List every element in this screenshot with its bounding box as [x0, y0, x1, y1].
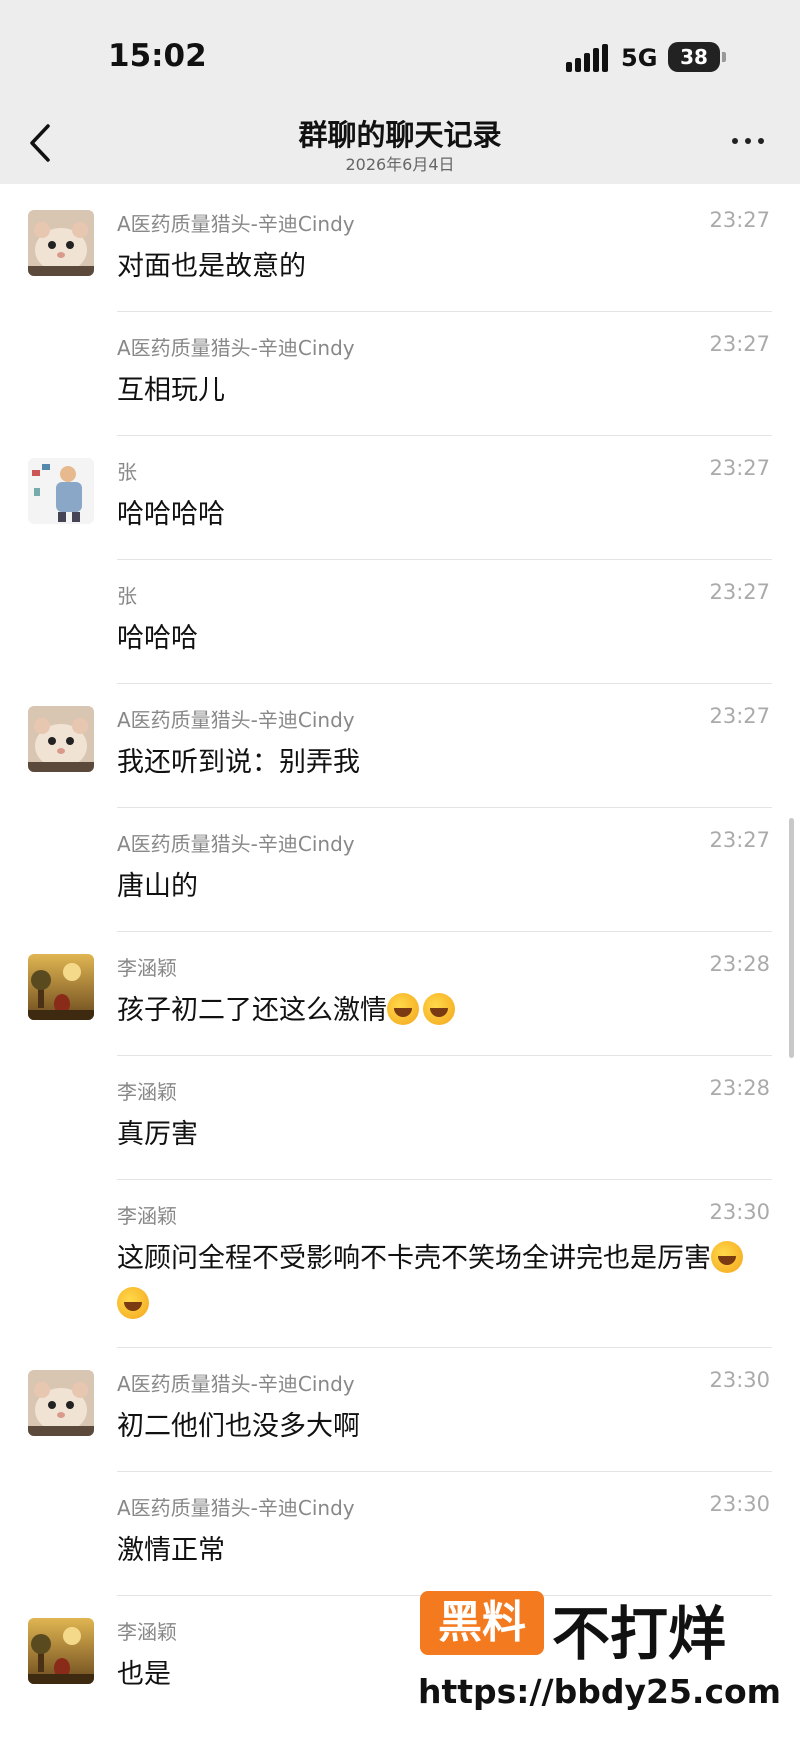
message-time: 23:28: [709, 1076, 770, 1100]
message-item[interactable]: A医药质量猎头-辛迪Cindy 23:27 互相玩儿: [0, 312, 800, 436]
message-time: 23:27: [709, 580, 770, 604]
page-subtitle: 2026年6月4日: [345, 155, 455, 174]
laughing-emoji-icon: [387, 993, 419, 1025]
sender-name: 张: [117, 460, 137, 484]
laughing-emoji-icon: [711, 1241, 743, 1273]
sender-name: A医药质量猎头-辛迪Cindy: [117, 336, 355, 360]
message-text: 对面也是故意的: [117, 244, 757, 290]
message-item[interactable]: A医药质量猎头-辛迪Cindy 23:30 初二他们也没多大啊: [0, 1348, 800, 1472]
message-item[interactable]: 李涵颖 23:28 孩子初二了还这么激情: [0, 932, 800, 1056]
message-text: 这顾问全程不受影响不卡壳不笑场全讲完也是厉害: [117, 1236, 757, 1328]
avatar[interactable]: [28, 1618, 94, 1684]
sender-name: 李涵颖: [117, 1080, 177, 1104]
message-time: 23:27: [709, 456, 770, 480]
message-item[interactable]: A医药质量猎头-辛迪Cindy 23:27 我还听到说：别弄我: [0, 684, 800, 808]
message-time: 23:27: [709, 208, 770, 232]
message-text: 激情正常: [117, 1528, 757, 1574]
message-item[interactable]: 李涵颖 23:30 这顾问全程不受影响不卡壳不笑场全讲完也是厉害: [0, 1180, 800, 1348]
message-item[interactable]: A医药质量猎头-辛迪Cindy 23:27 唐山的: [0, 808, 800, 932]
sender-name: A医药质量猎头-辛迪Cindy: [117, 1496, 355, 1520]
sender-name: 李涵颖: [117, 1204, 177, 1228]
signal-icon: [566, 44, 608, 72]
message-text-content: 激情正常: [117, 1535, 225, 1566]
message-time: 23:27: [709, 828, 770, 852]
laughing-emoji-icon: [117, 1287, 149, 1319]
message-time: 23:30: [709, 1200, 770, 1224]
message-text: 初二他们也没多大啊: [117, 1404, 757, 1450]
sender-name: 李涵颖: [117, 956, 177, 980]
scrollbar[interactable]: [789, 818, 794, 1058]
message-text-content: 这顾问全程不受影响不卡壳不笑场全讲完也是厉害: [117, 1243, 711, 1274]
message-text-content: 唐山的: [117, 871, 198, 902]
message-item[interactable]: 李涵颖 23:28 真厉害: [0, 1056, 800, 1180]
message-text-content: 初二他们也没多大啊: [117, 1411, 360, 1442]
avatar[interactable]: [28, 1370, 94, 1436]
message-text: 哈哈哈哈: [117, 492, 757, 538]
message-text-content: 互相玩儿: [117, 375, 225, 406]
sender-name: 张: [117, 584, 137, 608]
message-time: 23:30: [709, 1368, 770, 1392]
message-text-content: 也是: [117, 1659, 171, 1690]
page-title: 群聊的聊天记录: [298, 118, 502, 152]
message-text-content: 哈哈哈: [117, 623, 198, 654]
message-item[interactable]: A医药质量猎头-辛迪Cindy 23:30 激情正常: [0, 1472, 800, 1596]
message-time: 23:28: [709, 952, 770, 976]
message-item[interactable]: A医药质量猎头-辛迪Cindy 23:27 对面也是故意的: [0, 188, 800, 312]
message-text-content: 真厉害: [117, 1119, 198, 1150]
battery-tip: [722, 52, 726, 62]
message-text-content: 孩子初二了还这么激情: [117, 995, 387, 1026]
message-text-content: 对面也是故意的: [117, 251, 306, 282]
chat-header: 15:02 5G 38 群聊的聊天记录 2026年6月4日: [0, 0, 800, 184]
avatar[interactable]: [28, 458, 94, 524]
message-text: 真厉害: [117, 1112, 757, 1158]
laughing-emoji-icon: [423, 993, 455, 1025]
watermark-text: 不打烊: [552, 1600, 727, 1668]
message-item[interactable]: 张 23:27 哈哈哈: [0, 560, 800, 684]
message-text: 哈哈哈: [117, 616, 757, 662]
watermark-badge: 黑料: [420, 1591, 544, 1655]
battery-icon: 38: [668, 42, 720, 72]
message-text: 唐山的: [117, 864, 757, 910]
network-label: 5G: [621, 44, 658, 72]
message-text: 互相玩儿: [117, 368, 757, 414]
watermark-url: https://bbdy25.com: [418, 1672, 782, 1711]
avatar[interactable]: [28, 210, 94, 276]
message-text-content: 哈哈哈哈: [117, 499, 225, 530]
message-item[interactable]: 张 23:27 哈哈哈哈: [0, 436, 800, 560]
more-icon[interactable]: [728, 130, 768, 150]
sender-name: 李涵颖: [117, 1620, 177, 1644]
message-text-content: 我还听到说：别弄我: [117, 747, 360, 778]
sender-name: A医药质量猎头-辛迪Cindy: [117, 708, 355, 732]
sender-name: A医药质量猎头-辛迪Cindy: [117, 212, 355, 236]
message-time: 23:27: [709, 332, 770, 356]
message-time: 23:30: [709, 1492, 770, 1516]
watermark-logo: 黑料 不打烊: [420, 1585, 780, 1668]
avatar[interactable]: [28, 954, 94, 1020]
message-time: 23:27: [709, 704, 770, 728]
message-text: 孩子初二了还这么激情: [117, 988, 757, 1034]
message-text: 我还听到说：别弄我: [117, 740, 757, 786]
status-time: 15:02: [108, 38, 207, 74]
sender-name: A医药质量猎头-辛迪Cindy: [117, 832, 355, 856]
sender-name: A医药质量猎头-辛迪Cindy: [117, 1372, 355, 1396]
avatar[interactable]: [28, 706, 94, 772]
